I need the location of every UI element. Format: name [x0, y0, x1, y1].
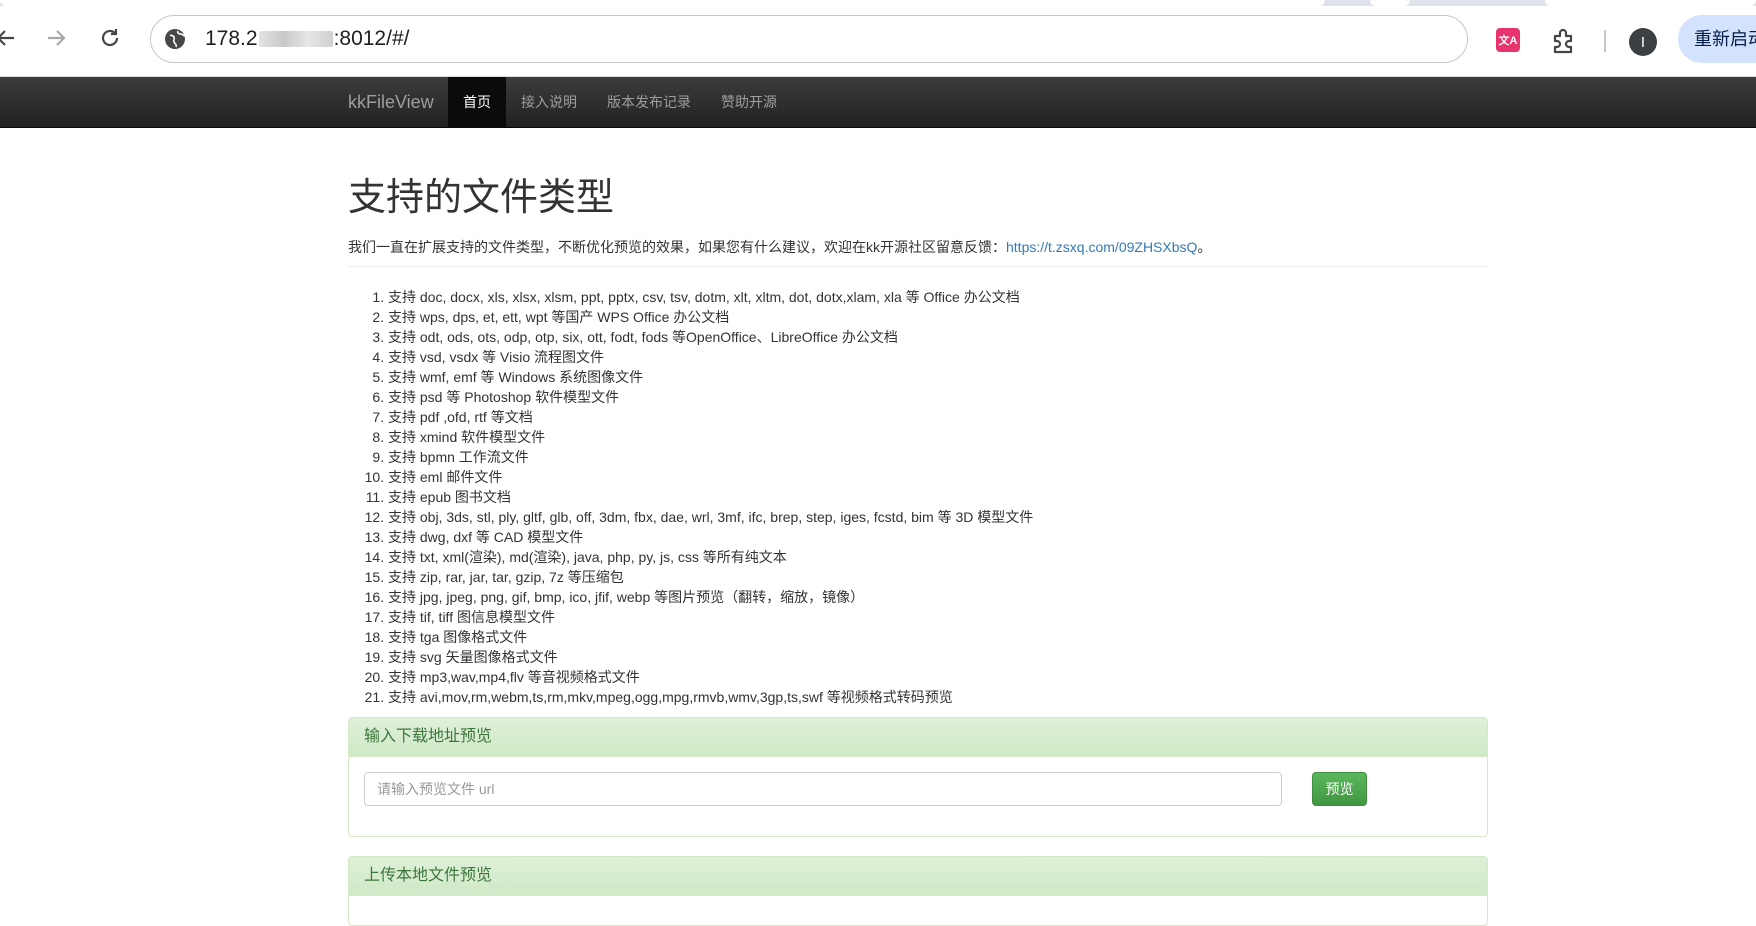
list-item: 支持 doc, docx, xls, xlsx, xlsm, ppt, pptx… — [388, 287, 1488, 307]
list-item: 支持 xmind 软件模型文件 — [388, 427, 1488, 447]
nav-item-release-notes[interactable]: 版本发布记录 — [607, 77, 691, 127]
puzzle-icon[interactable] — [1550, 27, 1578, 55]
address-bar[interactable]: 178.2 :8012/#/ — [150, 15, 1468, 63]
list-item: 支持 eml 邮件文件 — [388, 467, 1488, 487]
list-item: 支持 epub 图书文档 — [388, 487, 1488, 507]
list-item: 支持 psd 等 Photoshop 软件模型文件 — [388, 387, 1488, 407]
url-text: 178.2 :8012/#/ — [205, 16, 409, 62]
forward-arrow-icon — [48, 30, 66, 46]
preview-button[interactable]: 预览 — [1312, 772, 1367, 806]
upload-preview-heading: 上传本地文件预览 — [349, 857, 1487, 896]
relaunch-label: 重新启动 — [1694, 29, 1756, 49]
list-item: 支持 odt, ods, ots, odp, otp, six, ott, fo… — [388, 327, 1488, 347]
nav-item-integration[interactable]: 接入说明 — [521, 77, 577, 127]
back-button[interactable] — [0, 20, 24, 56]
avatar-letter: I — [1640, 33, 1646, 51]
redacted-ip — [258, 31, 333, 48]
url-preview-heading: 输入下载地址预览 — [349, 718, 1487, 757]
nav-item-sponsor[interactable]: 赞助开源 — [721, 77, 777, 127]
translate-icon-label: 文A — [1498, 35, 1518, 47]
list-item: 支持 avi,mov,rm,webm,ts,rm,mkv,mpeg,ogg,mp… — [388, 687, 1488, 707]
nav-item-home[interactable]: 首页 — [448, 77, 506, 127]
list-item: 支持 zip, rar, jar, tar, gzip, 7z 等压缩包 — [388, 567, 1488, 587]
divider — [348, 266, 1488, 267]
brand-logo[interactable]: kkFileView — [348, 77, 434, 127]
list-item: 支持 svg 矢量图像格式文件 — [388, 647, 1488, 667]
list-item: 支持 txt, xml(渲染), md(渲染), java, php, py, … — [388, 547, 1488, 567]
list-item: 支持 pdf ,ofd, rtf 等文档 — [388, 407, 1488, 427]
community-link[interactable]: https://t.zsxq.com/09ZHSXbsQ — [1006, 239, 1197, 255]
browser-toolbar: 178.2 :8012/#/ 文A I 重新启动 — [0, 6, 1756, 77]
preview-url-input[interactable] — [364, 772, 1282, 806]
list-item: 支持 tga 图像格式文件 — [388, 627, 1488, 647]
list-item: 支持 wmf, emf 等 Windows 系统图像文件 — [388, 367, 1488, 387]
list-item: 支持 wps, dps, et, ett, wpt 等国产 WPS Office… — [388, 307, 1488, 327]
site-info-icon[interactable] — [163, 27, 187, 51]
list-item: 支持 vsd, vsdx 等 Visio 流程图文件 — [388, 347, 1488, 367]
list-item: 支持 obj, 3ds, stl, ply, gltf, glb, off, 3… — [388, 507, 1488, 527]
list-item: 支持 jpg, jpeg, png, gif, bmp, ico, jfif, … — [388, 587, 1488, 607]
intro-end: 。 — [1197, 239, 1212, 255]
translate-icon[interactable]: 文A — [1496, 28, 1520, 52]
site-navbar: kkFileView 首页 接入说明 版本发布记录 赞助开源 — [0, 77, 1756, 128]
url-prefix: 178.2 — [205, 27, 258, 50]
intro-text: 我们一直在扩展支持的文件类型，不断优化预览的效果，如果您有什么建议，欢迎在kk开… — [348, 237, 1211, 257]
back-arrow-icon — [0, 30, 14, 46]
list-item: 支持 tif, tiff 图信息模型文件 — [388, 607, 1488, 627]
list-item: 支持 bpmn 工作流文件 — [388, 447, 1488, 467]
reload-icon — [101, 29, 119, 47]
file-type-list: 支持 doc, docx, xls, xlsx, xlsm, ppt, pptx… — [348, 287, 1488, 707]
toolbar-divider — [1604, 30, 1606, 52]
upload-preview-panel: 上传本地文件预览 — [348, 856, 1488, 926]
reload-button[interactable] — [92, 20, 128, 56]
relaunch-button[interactable]: 重新启动 — [1678, 15, 1756, 63]
url-preview-panel: 输入下载地址预览 预览 — [348, 717, 1488, 837]
avatar-icon[interactable]: I — [1629, 28, 1657, 56]
intro-body: 我们一直在扩展支持的文件类型，不断优化预览的效果，如果您有什么建议，欢迎在kk开… — [348, 239, 1006, 255]
url-suffix: :8012/#/ — [333, 27, 410, 50]
list-item: 支持 mp3,wav,mp4,flv 等音视频格式文件 — [388, 667, 1488, 687]
forward-button[interactable] — [38, 20, 74, 56]
list-item: 支持 dwg, dxf 等 CAD 模型文件 — [388, 527, 1488, 547]
page-title: 支持的文件类型 — [348, 177, 615, 219]
